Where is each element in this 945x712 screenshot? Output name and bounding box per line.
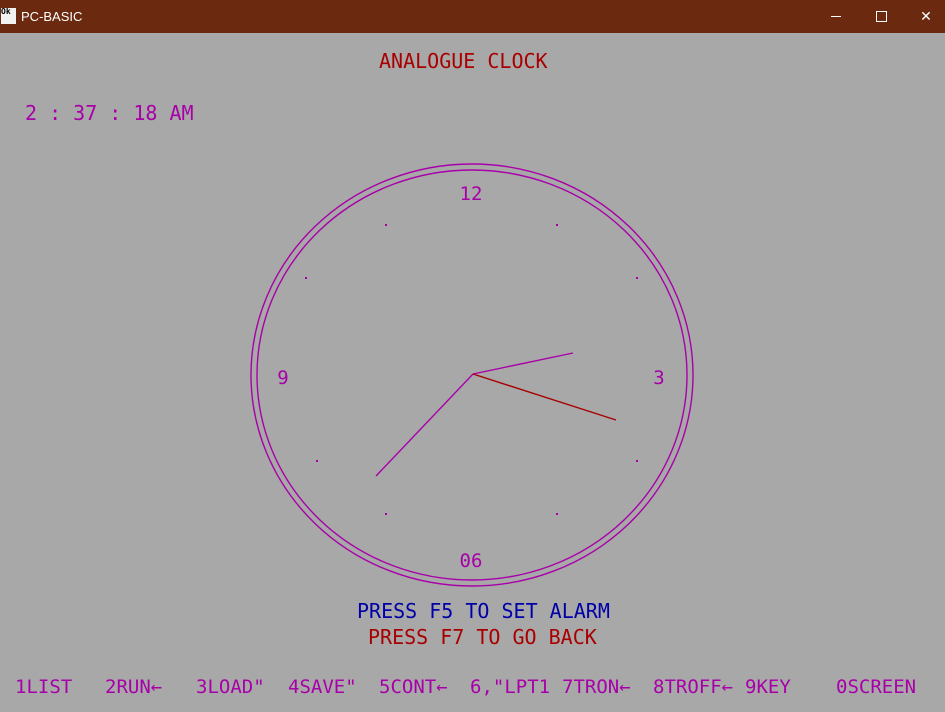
hour-tick-7: [385, 513, 387, 515]
hour-tick-5: [556, 513, 558, 515]
fkey-4-save[interactable]: 4SAVE": [288, 676, 357, 698]
fkey-8-troff[interactable]: 8TROFF←: [653, 676, 733, 698]
fkey-5-cont[interactable]: 5CONT←: [379, 676, 448, 698]
fkey-2-run[interactable]: 2RUN←: [105, 676, 162, 698]
fkey-9-key[interactable]: 9KEY: [745, 676, 791, 698]
second-hand: [472, 373, 617, 421]
fkey-7-tron[interactable]: 7TRON←: [562, 676, 631, 698]
numeral-9: 9: [277, 367, 288, 389]
go-back-instruction: PRESS F7 TO GO BACK: [368, 625, 597, 649]
hour-tick-11: [385, 224, 387, 226]
hour-tick-8: [316, 460, 318, 462]
hour-hand: [472, 352, 574, 375]
fkey-3-load[interactable]: 3LOAD": [196, 676, 265, 698]
set-alarm-instruction: PRESS F5 TO SET ALARM: [357, 599, 610, 623]
fkey-1-list[interactable]: 1LIST: [15, 676, 72, 698]
minute-hand: [375, 373, 474, 477]
hour-tick-2: [636, 277, 638, 279]
fkey-6-lpt1[interactable]: 6,"LPT1: [470, 676, 550, 698]
function-key-bar: 1LIST 2RUN← 3LOAD" 4SAVE" 5CONT← 6,"LPT1…: [0, 676, 945, 706]
hour-tick-4: [636, 460, 638, 462]
numeral-3: 3: [653, 367, 664, 389]
hour-tick-10: [305, 277, 307, 279]
numeral-6: 06: [460, 550, 483, 572]
fkey-0-screen[interactable]: 0SCREEN: [836, 676, 916, 698]
numeral-12: 12: [460, 183, 483, 205]
hour-tick-1: [556, 224, 558, 226]
